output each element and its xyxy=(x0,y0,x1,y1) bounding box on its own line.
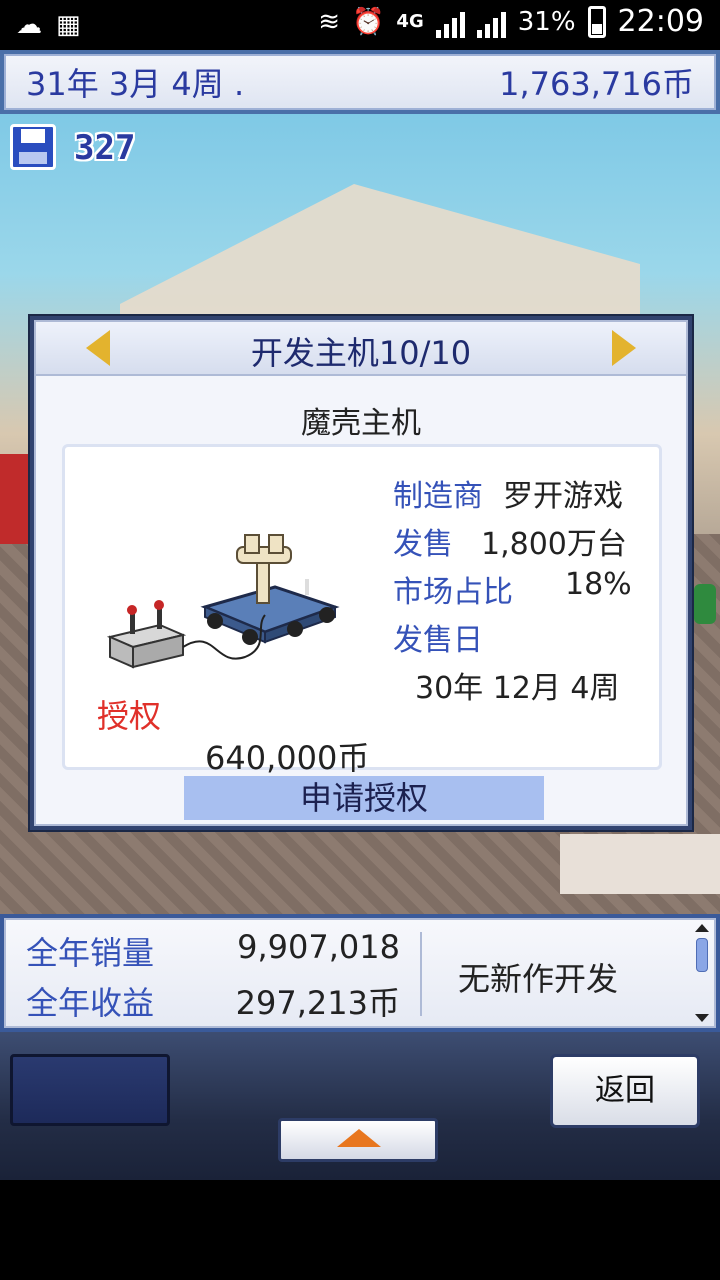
sales-value: 1,800万台 xyxy=(481,527,627,562)
prev-arrow-icon[interactable] xyxy=(86,330,110,366)
annual-sales-label: 全年销量 xyxy=(26,934,155,972)
annual-revenue-value: 297,213币 xyxy=(235,984,400,1022)
clock: 22:09 xyxy=(617,4,704,39)
back-button[interactable]: 返回 xyxy=(550,1054,700,1128)
license-label: 授权 xyxy=(97,697,162,735)
development-status: 无新作开发 xyxy=(458,960,619,998)
maker-label: 制造商 xyxy=(393,479,483,514)
screen-bottom xyxy=(0,1180,720,1280)
apply-license-button[interactable]: 申请授权 xyxy=(184,776,544,820)
research-points: 327 xyxy=(74,128,136,168)
signal-icon xyxy=(435,6,465,38)
stats-scrollbar[interactable] xyxy=(694,924,710,1024)
divider xyxy=(420,932,422,1016)
dialog-header: 开发主机10/10 xyxy=(36,322,686,376)
alarm-icon: ⏰ xyxy=(352,6,385,37)
up-arrow-icon xyxy=(337,1129,381,1147)
console-illustration xyxy=(106,534,340,669)
console-name: 魔壳主机 xyxy=(301,406,421,441)
sales-label: 发售 xyxy=(393,527,453,562)
info-panel[interactable] xyxy=(10,1054,170,1126)
calendar-icon: ▦ xyxy=(56,10,81,40)
scroll-up-icon[interactable] xyxy=(695,924,709,932)
license-price: 640,000币 xyxy=(205,739,370,777)
control-bar: 返回 xyxy=(0,1032,720,1180)
console-dialog: 开发主机10/10 魔壳主机 制造商 罗开游戏 发售 1,800万台 市场占比 … xyxy=(28,314,694,832)
maker-value: 罗开游戏 xyxy=(503,479,623,514)
floppy-disk-icon xyxy=(10,124,56,170)
annual-sales-value: 9,907,018 xyxy=(237,928,400,966)
game-date: 31年 3月 4周 . xyxy=(26,65,245,103)
bookshelf xyxy=(560,834,720,894)
dialog-title: 开发主机10/10 xyxy=(250,334,472,372)
stats-panel: 全年销量 9,907,018 全年收益 297,213币 无新作开发 xyxy=(0,914,720,1032)
vending-machine xyxy=(0,454,30,544)
annual-revenue-label: 全年收益 xyxy=(26,984,155,1022)
battery-percent: 31% xyxy=(517,6,576,37)
market-share-value: 18% xyxy=(565,567,632,602)
money-display: 1,763,716币 xyxy=(499,65,694,103)
release-date-label: 发售日 xyxy=(393,623,483,658)
plant-icon xyxy=(694,584,716,624)
battery-icon xyxy=(587,5,606,38)
console-info-card: 制造商 罗开游戏 发售 1,800万台 市场占比 18% 发售日 30年 12月… xyxy=(62,444,662,777)
next-arrow-icon[interactable] xyxy=(612,330,636,366)
network-type-label: 4G xyxy=(396,10,424,32)
signal-2-icon xyxy=(476,6,506,38)
top-info-bar: 31年 3月 4周 . 1,763,716币 xyxy=(0,50,720,114)
status-bar: ☁ ▦ ≋ ⏰ 4G 31% 22:09 xyxy=(0,0,720,50)
vibrate-icon: ≋ xyxy=(318,6,341,37)
scroll-thumb[interactable] xyxy=(696,938,708,972)
market-share-label: 市场占比 xyxy=(393,575,513,610)
release-date-value: 30年 12月 4周 xyxy=(415,671,620,706)
weather-cloud-icon: ☁ xyxy=(16,10,42,40)
scroll-down-icon[interactable] xyxy=(695,1014,709,1022)
expand-menu-button[interactable] xyxy=(278,1118,438,1162)
